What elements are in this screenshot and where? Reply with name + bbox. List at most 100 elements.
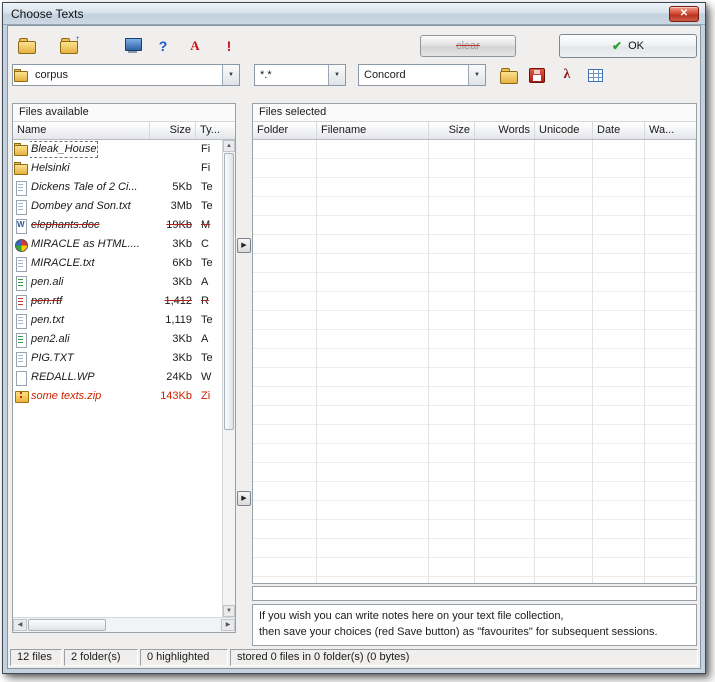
list-item[interactable]: MIRACLE.txt 6Kb Te xyxy=(13,254,222,273)
file-name: Dombey and Son.txt xyxy=(30,197,150,216)
tool-combo-value: Concord xyxy=(359,69,468,81)
file-size: 143Kb xyxy=(150,387,196,406)
file-size: 3Kb xyxy=(150,330,196,349)
computer-icon xyxy=(124,38,142,53)
lambda-button[interactable]: λ xyxy=(554,63,580,87)
parent-folder-button[interactable]: ↑ xyxy=(56,33,82,58)
chevron-down-icon[interactable]: ▼ xyxy=(328,65,345,85)
vertical-scrollbar[interactable]: ▲ ▼ xyxy=(222,140,235,617)
lambda-icon: λ xyxy=(564,67,571,83)
status-files-count: 12 files xyxy=(10,649,62,666)
status-stored-summary: stored 0 files in 0 folder(s) (0 bytes) xyxy=(230,649,698,666)
file-size: 19Kb xyxy=(150,216,196,235)
files-available-list: Bleak_House Fi Helsinki Fi Dickens Tale … xyxy=(13,140,222,617)
file-size: 24Kb xyxy=(150,368,196,387)
list-item[interactable]: some texts.zip 143Kb Zi xyxy=(13,387,222,406)
list-item[interactable]: Bleak_House Fi xyxy=(13,140,222,159)
alert-button[interactable]: ! xyxy=(216,33,242,58)
folder-combo-value: corpus xyxy=(30,69,222,81)
filespec-combobox[interactable]: *.* ▼ xyxy=(254,64,346,86)
ali-file-icon xyxy=(13,330,30,349)
ok-button[interactable]: ✔ OK xyxy=(559,34,697,58)
list-item[interactable]: Dickens Tale of 2 Ci... 5Kb Te xyxy=(13,178,222,197)
list-item[interactable]: MIRACLE as HTML.... 3Kb C xyxy=(13,235,222,254)
file-name: pen2.ali xyxy=(30,330,150,349)
files-selected-caption: Files selected xyxy=(253,104,696,122)
scroll-down-icon[interactable]: ▼ xyxy=(223,605,235,617)
grid-column xyxy=(253,140,317,583)
clear-button[interactable]: clear xyxy=(420,35,516,57)
open-folder-button[interactable] xyxy=(14,33,40,58)
panel-splitter: ▶ ▶ xyxy=(236,103,252,633)
font-button[interactable]: A xyxy=(182,33,208,58)
column-header-name[interactable]: Name xyxy=(13,122,150,139)
status-bar: 12 files 2 folder(s) 0 highlighted store… xyxy=(10,649,698,666)
titlebar[interactable]: Choose Texts ✕ xyxy=(3,3,705,25)
folder-icon xyxy=(13,66,30,84)
scroll-up-icon[interactable]: ▲ xyxy=(223,140,235,152)
status-highlighted-count: 0 highlighted xyxy=(140,649,228,666)
drives-button[interactable] xyxy=(120,33,146,58)
column-header-filename[interactable]: Filename xyxy=(317,122,429,139)
close-button[interactable]: ✕ xyxy=(669,6,699,22)
list-item[interactable]: REDALL.WP 24Kb W xyxy=(13,368,222,387)
file-type: Te xyxy=(196,254,222,273)
list-item[interactable]: Dombey and Son.txt 3Mb Te xyxy=(13,197,222,216)
file-name: Helsinki xyxy=(30,159,150,178)
file-type: Te xyxy=(196,311,222,330)
chevron-down-icon[interactable]: ▼ xyxy=(468,65,485,85)
column-header-wa[interactable]: Wa... xyxy=(645,122,696,139)
notes-line: If you wish you can write notes here on … xyxy=(259,608,690,624)
word-file-icon xyxy=(13,216,30,235)
file-name: Bleak_House xyxy=(30,140,150,159)
text-file-icon xyxy=(13,349,30,368)
add-file-button[interactable]: ▶ xyxy=(237,238,251,253)
files-selected-header: Folder Filename Size Words Unicode Date … xyxy=(253,122,696,140)
files-selected-grid xyxy=(253,140,696,583)
file-name: MIRACLE as HTML.... xyxy=(30,235,150,254)
notes-entry-field[interactable] xyxy=(252,586,697,601)
column-header-unicode[interactable]: Unicode xyxy=(535,122,593,139)
column-header-folder[interactable]: Folder xyxy=(253,122,317,139)
file-size: 1,119 xyxy=(150,311,196,330)
grid-column xyxy=(535,140,593,583)
column-header-type[interactable]: Ty... xyxy=(196,122,235,139)
list-item[interactable]: PIG.TXT 3Kb Te xyxy=(13,349,222,368)
list-item[interactable]: pen.ali 3Kb A xyxy=(13,273,222,292)
file-name: PIG.TXT xyxy=(30,349,150,368)
text-file-icon xyxy=(13,254,30,273)
load-favourites-button[interactable] xyxy=(496,63,522,87)
ali-file-icon xyxy=(13,273,30,292)
scroll-left-icon[interactable]: ◀ xyxy=(13,619,27,631)
folder-file-icon xyxy=(13,140,30,159)
tool-combobox[interactable]: Concord ▼ xyxy=(358,64,486,86)
scrollbar-thumb[interactable] xyxy=(28,619,106,631)
grid-column xyxy=(317,140,429,583)
file-name: pen.rtf xyxy=(30,292,150,311)
help-button[interactable]: ? xyxy=(150,33,176,58)
column-header-size[interactable]: Size xyxy=(150,122,196,139)
column-header-date[interactable]: Date xyxy=(593,122,645,139)
close-icon: ✕ xyxy=(680,8,688,19)
horizontal-scrollbar[interactable]: ◀ ▶ xyxy=(13,617,235,632)
save-icon xyxy=(529,68,545,83)
scrollbar-thumb[interactable] xyxy=(224,153,234,430)
folder-up-icon: ↑ xyxy=(60,38,78,53)
list-item[interactable]: pen.txt 1,119 Te xyxy=(13,311,222,330)
list-item[interactable]: pen2.ali 3Kb A xyxy=(13,330,222,349)
files-available-panel: Files available Name Size Ty... Bleak_Ho… xyxy=(12,103,236,633)
folder-combobox[interactable]: corpus ▼ xyxy=(12,64,240,86)
file-size: 3Kb xyxy=(150,349,196,368)
table-view-button[interactable] xyxy=(582,63,608,87)
scroll-right-icon[interactable]: ▶ xyxy=(221,619,235,631)
list-item[interactable]: elephants.doc 19Kb M xyxy=(13,216,222,235)
list-item[interactable]: pen.rtf 1,412 R xyxy=(13,292,222,311)
list-item[interactable]: Helsinki Fi xyxy=(13,159,222,178)
add-file-button[interactable]: ▶ xyxy=(237,491,251,506)
column-header-words[interactable]: Words xyxy=(475,122,535,139)
column-header-size[interactable]: Size xyxy=(429,122,475,139)
save-favourites-button[interactable] xyxy=(524,63,550,87)
file-type: Zi xyxy=(196,387,222,406)
chevron-down-icon[interactable]: ▼ xyxy=(222,65,239,85)
notes-area[interactable]: If you wish you can write notes here on … xyxy=(252,604,697,646)
